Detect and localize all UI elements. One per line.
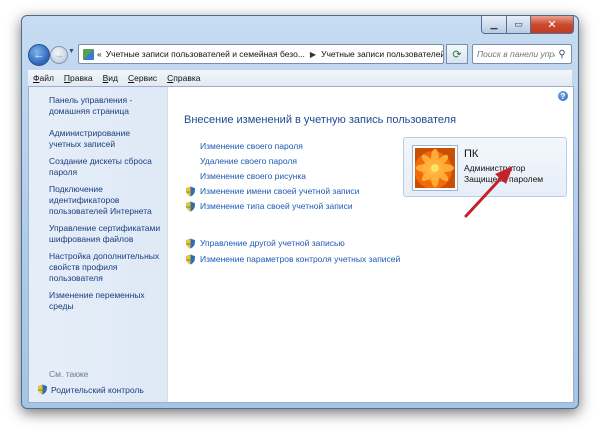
user-password-status: Защищена паролем (464, 174, 544, 184)
user-account-card: ПК Администратор Защищена паролем (403, 137, 567, 197)
sidebar-item-parental-controls[interactable]: Родительский контроль (37, 384, 144, 395)
search-icon[interactable]: ⚲ (555, 49, 569, 60)
link-change-picture[interactable]: Изменение своего рисунка (200, 171, 306, 181)
maximize-button[interactable]: ▭ (507, 16, 531, 34)
avatar (412, 145, 458, 191)
uac-shield-icon (185, 238, 196, 249)
user-role: Администратор (464, 163, 526, 173)
refresh-icon: ⟳ (452, 48, 462, 61)
flower-picture-icon (416, 149, 454, 187)
forward-button[interactable]: → (50, 46, 68, 64)
menu-view[interactable]: Вид (98, 73, 123, 83)
link-change-password[interactable]: Изменение своего пароля (200, 141, 303, 151)
close-icon: ✕ (547, 19, 557, 31)
link-manage-other-account[interactable]: Управление другой учетной записью (200, 238, 345, 248)
control-panel-icon (83, 48, 94, 60)
content-area: Панель управления - домашняя страница Ад… (28, 86, 574, 403)
link-change-account-name[interactable]: Изменение имени своей учетной записи (200, 186, 359, 196)
link-remove-password[interactable]: Удаление своего пароля (200, 156, 297, 166)
menu-tools[interactable]: Сервис (123, 73, 162, 83)
sidebar-item-online-ids[interactable]: Подключение идентификаторов пользователе… (49, 184, 164, 217)
menu-file[interactable]: Файл (28, 73, 59, 83)
sidebar-item-environment-variables[interactable]: Изменение переменных среды (49, 290, 164, 312)
chevron-down-icon: ▼ (68, 48, 75, 55)
uac-shield-icon (185, 186, 196, 197)
help-icon[interactable]: ? (558, 91, 568, 101)
uac-shield-icon (185, 201, 196, 212)
sidebar-item-profile-properties[interactable]: Настройка дополнительных свойств профиля… (49, 251, 164, 284)
sidebar-task-list: Администрирование учетных записей Создан… (49, 128, 164, 318)
search-box[interactable]: ⚲ (472, 44, 572, 64)
caption-buttons: ▁ ▭ ✕ (481, 16, 574, 34)
menu-edit[interactable]: Правка (59, 73, 98, 83)
uac-shield-icon (37, 384, 48, 395)
sidebar-item-password-reset-disk[interactable]: Создание дискеты сброса пароля (49, 156, 164, 178)
minimize-button[interactable]: ▁ (481, 16, 507, 34)
user-name: ПК (464, 148, 479, 160)
back-button[interactable]: ← (28, 44, 50, 66)
sidebar: Панель управления - домашняя страница Ад… (29, 87, 168, 402)
link-uac-settings[interactable]: Изменение параметров контроля учетных за… (200, 254, 400, 264)
sidebar-home-link[interactable]: Панель управления - домашняя страница (49, 95, 164, 117)
back-arrow-icon: ← (33, 49, 45, 61)
menu-bar: Файл Правка Вид Сервис Справка (28, 69, 572, 86)
sidebar-item-account-admin[interactable]: Администрирование учетных записей (49, 128, 164, 150)
breadcrumb-item[interactable]: Учетные записи пользователей (321, 49, 443, 59)
close-button[interactable]: ✕ (531, 16, 574, 34)
forward-arrow-icon: → (54, 50, 64, 60)
see-also-heading: См. также (49, 369, 89, 379)
parental-controls-label: Родительский контроль (51, 384, 144, 395)
navigation-bar: ← → ▼ « Учетные записи пользователей и с… (28, 42, 572, 66)
minimize-icon: ▁ (490, 19, 498, 29)
maximize-icon: ▭ (514, 19, 523, 29)
menu-help[interactable]: Справка (162, 73, 205, 83)
page-title: Внесение изменений в учетную запись поль… (184, 114, 457, 126)
address-bar[interactable]: « Учетные записи пользователей и семейна… (78, 44, 444, 64)
sidebar-item-encryption-certificates[interactable]: Управление сертификатами шифрования файл… (49, 223, 164, 245)
link-change-account-type[interactable]: Изменение типа своей учетной записи (200, 201, 353, 211)
uac-shield-icon (185, 254, 196, 265)
address-overflow-chevron[interactable]: « (97, 49, 102, 59)
search-input[interactable] (473, 46, 555, 62)
recent-pages-button[interactable]: ▼ (68, 48, 75, 55)
control-panel-window: ▁ ▭ ✕ ← → ▼ « Учетные записи пользовател… (21, 15, 579, 409)
refresh-button[interactable]: ⟳ (446, 44, 468, 64)
chevron-right-icon[interactable]: ▶ (310, 50, 316, 59)
breadcrumb-item[interactable]: Учетные записи пользователей и семейная … (106, 49, 305, 59)
